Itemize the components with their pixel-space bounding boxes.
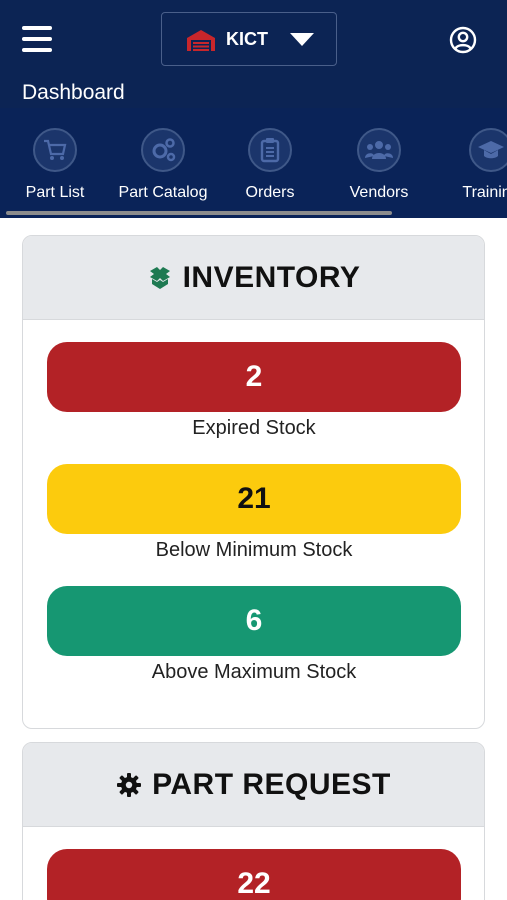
part-request-title: PART REQUEST: [152, 767, 391, 801]
inventory-card: INVENTORY 2 Expired Stock 21 Below Minim…: [22, 235, 485, 729]
people-icon: [365, 141, 393, 159]
part-request-card: PART REQUEST 22: [22, 742, 485, 900]
above-maximum-label: Above Maximum Stock: [151, 661, 357, 683]
nav-label: Vendors: [349, 184, 409, 201]
expired-stock-stat: 2 Expired Stock: [47, 342, 461, 440]
nav-item-part-list[interactable]: Part List: [22, 128, 88, 202]
user-profile-icon[interactable]: [449, 26, 477, 54]
nav-label: Part List: [25, 184, 85, 201]
hamburger-menu-icon[interactable]: [22, 26, 52, 52]
nav-label: Training: [462, 184, 507, 201]
below-minimum-label: Below Minimum Stock: [155, 539, 353, 561]
below-minimum-button[interactable]: 21: [47, 464, 461, 534]
nav-item-part-catalog[interactable]: Part Catalog: [114, 128, 212, 202]
nav-item-training[interactable]: Training: [456, 128, 507, 202]
dashboard-content: INVENTORY 2 Expired Stock 21 Below Minim…: [0, 218, 507, 900]
part-request-stat: 22: [47, 849, 461, 900]
inventory-card-header: INVENTORY: [23, 236, 484, 320]
gear-icon: [117, 772, 142, 797]
below-minimum-stat: 21 Below Minimum Stock: [47, 464, 461, 562]
gears-icon: [152, 138, 176, 162]
page-title: Dashboard: [22, 81, 125, 104]
above-maximum-button[interactable]: 6: [47, 586, 461, 656]
module-nav: Part List Part Catalog Orders Vendors Tr…: [0, 108, 507, 218]
inventory-title: INVENTORY: [182, 260, 361, 294]
nav-item-vendors[interactable]: Vendors: [344, 128, 414, 202]
expired-stock-button[interactable]: 2: [47, 342, 461, 412]
expired-stock-label: Expired Stock: [192, 417, 316, 439]
above-maximum-stat: 6 Above Maximum Stock: [47, 586, 461, 684]
top-bar: KICT Dashboard: [0, 0, 507, 108]
nav-label: Orders: [245, 184, 295, 201]
nav-label: Part Catalog: [118, 184, 208, 201]
chevron-down-icon: [290, 33, 314, 46]
box-icon: [149, 266, 170, 289]
clipboard-icon: [260, 138, 280, 163]
graduation-cap-icon: [478, 141, 504, 159]
nav-item-orders[interactable]: Orders: [240, 128, 300, 202]
site-label: KICT: [226, 29, 268, 49]
nav-scrollbar[interactable]: [6, 211, 392, 215]
warehouse-icon: [187, 30, 215, 51]
site-selector[interactable]: KICT: [161, 12, 337, 66]
part-request-button[interactable]: 22: [47, 849, 461, 900]
part-request-card-header: PART REQUEST: [23, 743, 484, 827]
cart-icon: [44, 139, 67, 160]
